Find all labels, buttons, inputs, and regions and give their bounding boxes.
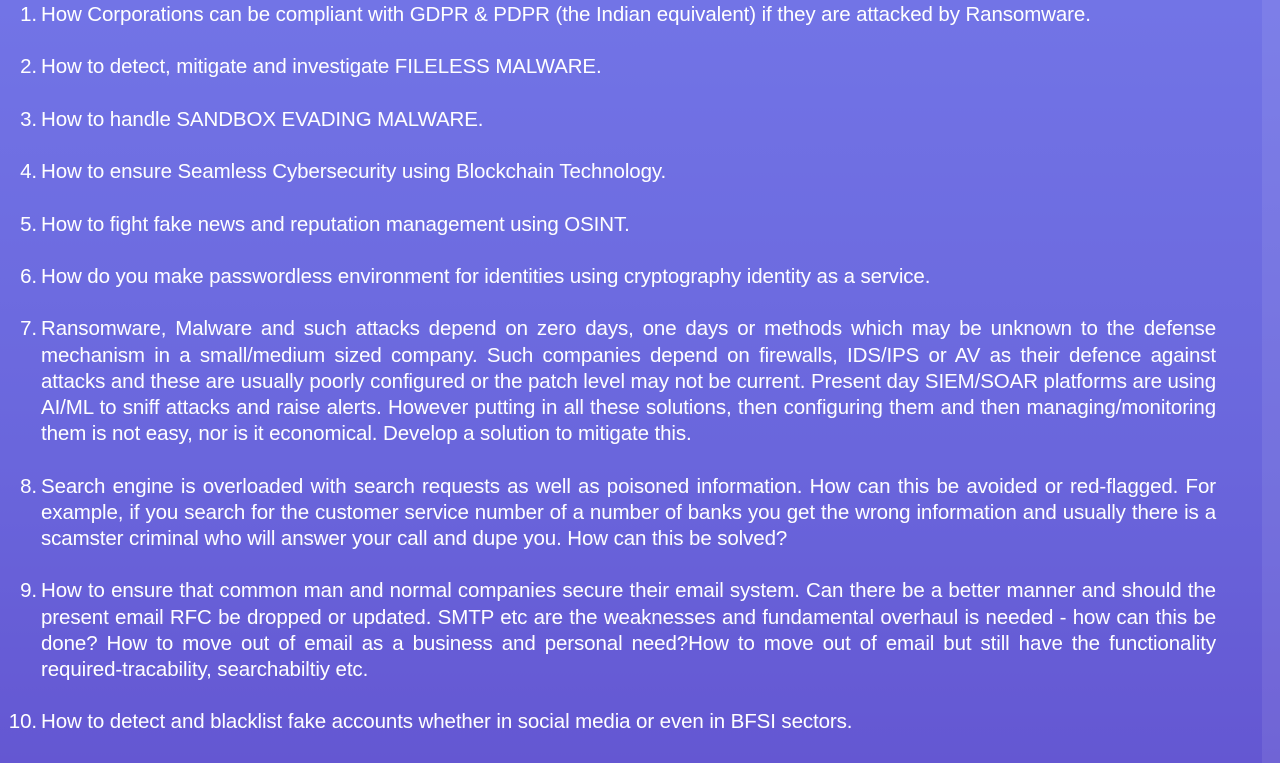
list-item: 3. How to handle SANDBOX EVADING MALWARE…: [0, 107, 1216, 133]
item-text: How to detect, mitigate and investigate …: [41, 55, 602, 79]
item-text: How to ensure that common man and normal…: [41, 579, 1216, 681]
item-text: Search engine is overloaded with search …: [41, 474, 1216, 550]
page-scrollbar[interactable]: [1262, 0, 1280, 763]
item-number: 8.: [20, 474, 37, 498]
item-number: 2.: [20, 55, 37, 79]
item-number: 1.: [20, 3, 37, 26]
list-item: 1. How Corporations can be compliant wit…: [0, 2, 1216, 28]
item-text: How Corporations can be compliant with G…: [41, 3, 1091, 26]
item-text: How do you make passwordless environment…: [41, 264, 931, 288]
item-text: How to detect and blacklist fake account…: [41, 710, 853, 734]
item-number: 7.: [20, 317, 37, 341]
list-item: 8. Search engine is overloaded with sear…: [0, 474, 1216, 553]
list-item: 7. Ransomware, Malware and such attacks …: [0, 316, 1216, 447]
list-item: 10. How to detect and blacklist fake acc…: [0, 709, 1216, 735]
item-text: How to handle SANDBOX EVADING MALWARE.: [41, 107, 484, 131]
item-number: 3.: [20, 107, 37, 131]
list-item: 5. How to fight fake news and reputation…: [0, 212, 1216, 238]
list-item: 9. How to ensure that common man and nor…: [0, 578, 1216, 683]
item-text: How to ensure Seamless Cybersecurity usi…: [41, 160, 667, 184]
item-number: 5.: [20, 212, 37, 236]
item-number: 4.: [20, 160, 37, 184]
list-item: 6. How do you make passwordless environm…: [0, 264, 1216, 290]
item-number: 9.: [20, 579, 37, 603]
item-number: 10.: [8, 710, 37, 734]
list-item: 2. How to detect, mitigate and investiga…: [0, 54, 1216, 80]
item-text: How to fight fake news and reputation ma…: [41, 212, 630, 236]
item-number: 6.: [20, 264, 37, 288]
item-text: Ransomware, Malware and such attacks dep…: [41, 317, 1216, 446]
problem-statement-list: 1. How Corporations can be compliant wit…: [0, 2, 1216, 762]
list-item: 4. How to ensure Seamless Cybersecurity …: [0, 159, 1216, 185]
